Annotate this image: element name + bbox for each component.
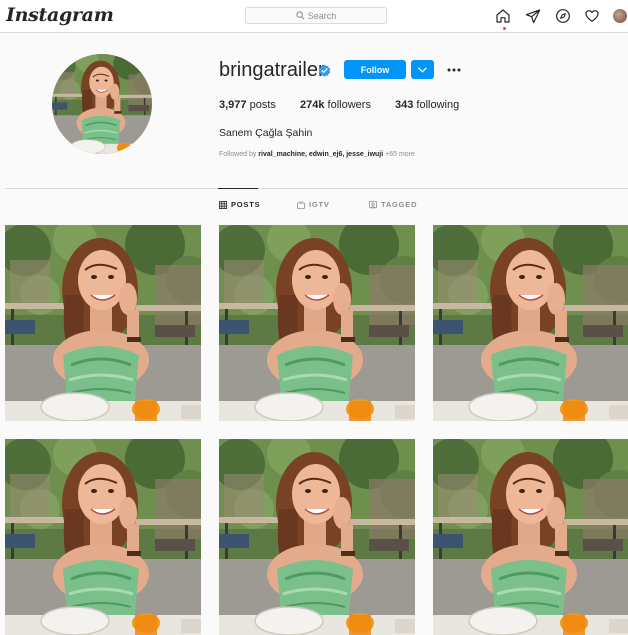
post-thumbnail[interactable] [433, 225, 628, 421]
profile-picture[interactable] [52, 54, 152, 154]
activity-heart-icon[interactable] [584, 8, 600, 24]
post-thumbnail[interactable] [433, 439, 628, 635]
search-input[interactable]: Search [245, 7, 387, 24]
more-options-button[interactable] [446, 62, 462, 78]
followers-count[interactable]: 274k followers [300, 99, 371, 111]
grid-icon [219, 200, 227, 209]
profile-username: bringatrailer [219, 59, 325, 81]
posts-count: 3,977 posts [219, 99, 276, 111]
profile-full-name: Sanem Çağla Şahin [219, 127, 313, 139]
following-count[interactable]: 343 following [395, 99, 459, 111]
notification-dot [503, 27, 506, 30]
tab-posts[interactable]: POSTS [219, 200, 260, 209]
post-image [5, 225, 201, 421]
post-image [219, 225, 415, 421]
post-image [5, 439, 201, 635]
search-icon [296, 11, 305, 20]
follow-button[interactable]: Follow [344, 60, 406, 79]
more-dots-icon [447, 68, 461, 72]
suggested-accounts-dropdown[interactable] [411, 60, 434, 79]
verified-badge-icon [318, 64, 331, 77]
search-placeholder: Search [307, 10, 337, 21]
post-image [433, 439, 628, 635]
explore-icon[interactable] [555, 8, 571, 24]
post-image [219, 439, 415, 635]
post-thumbnail[interactable] [5, 439, 201, 635]
home-icon[interactable] [495, 8, 511, 24]
tagged-icon [369, 200, 377, 208]
followed-by-text[interactable]: Followed by rival_machine, edwin_ej6, je… [219, 151, 415, 158]
post-image [433, 225, 628, 421]
instagram-logo[interactable]: Instagram [6, 4, 114, 26]
tab-tagged[interactable]: TAGGED [369, 200, 417, 209]
tabs-divider [5, 188, 628, 189]
post-thumbnail[interactable] [219, 439, 415, 635]
top-navigation: Instagram Search [0, 0, 628, 33]
direct-icon[interactable] [525, 8, 541, 24]
post-thumbnail[interactable] [5, 225, 201, 421]
post-thumbnail[interactable] [219, 225, 415, 421]
profile-avatar[interactable] [613, 9, 627, 23]
active-tab-indicator [218, 188, 258, 189]
chevron-down-icon [418, 67, 427, 73]
tab-igtv[interactable]: IGTV [297, 200, 330, 209]
igtv-icon [297, 200, 305, 209]
